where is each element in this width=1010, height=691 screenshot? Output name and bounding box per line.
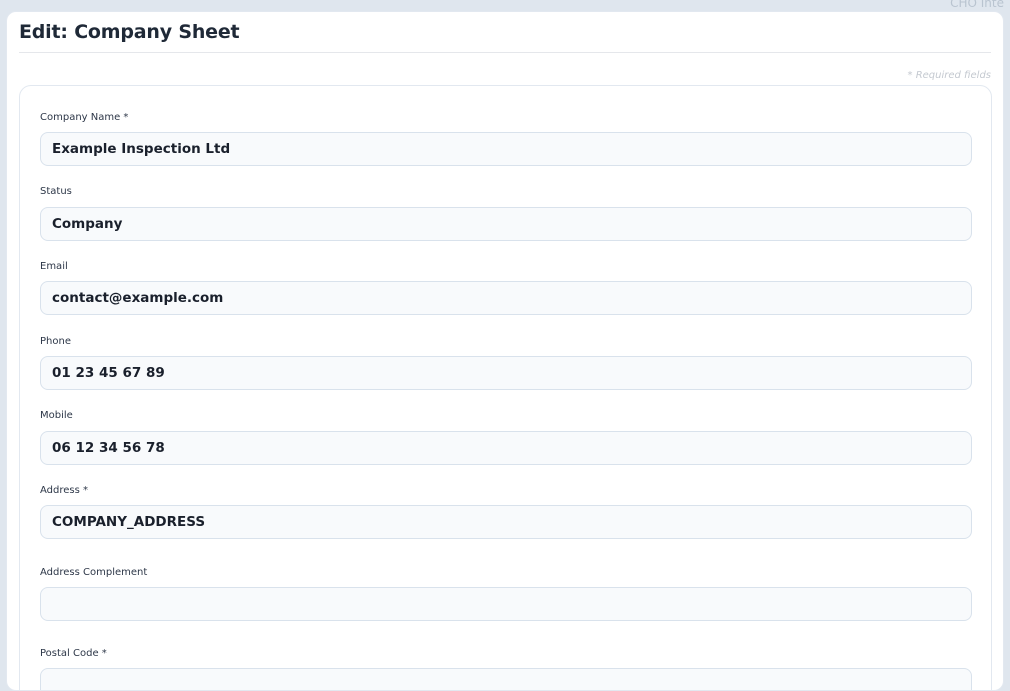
mobile-input[interactable] [40, 431, 972, 465]
postal-code-input[interactable] [40, 668, 972, 690]
phone-label: Phone [40, 336, 71, 347]
company-name-label: Company Name * [40, 112, 129, 123]
required-fields-note: * Required fields [907, 70, 991, 81]
mobile-label: Mobile [40, 410, 73, 421]
address-complement-label: Address Complement [40, 567, 148, 578]
edit-company-panel: Edit: Company Sheet * Required fields Co… [6, 11, 1004, 691]
postal-code-label: Postal Code * [40, 648, 107, 659]
email-label: Email [40, 261, 68, 272]
title-divider [19, 52, 991, 53]
company-name-input[interactable] [40, 132, 972, 166]
address-complement-input[interactable] [40, 587, 972, 621]
page-title: Edit: Company Sheet [19, 21, 240, 43]
address-input[interactable] [40, 505, 972, 539]
status-input[interactable] [40, 207, 972, 241]
address-label: Address * [40, 485, 89, 496]
status-label: Status [40, 186, 72, 197]
phone-input[interactable] [40, 356, 972, 390]
company-form: Company Name * Status Email Phone Mobile… [19, 85, 992, 690]
background-window-hint: CHO Inte [950, 0, 1004, 10]
email-input[interactable] [40, 281, 972, 315]
